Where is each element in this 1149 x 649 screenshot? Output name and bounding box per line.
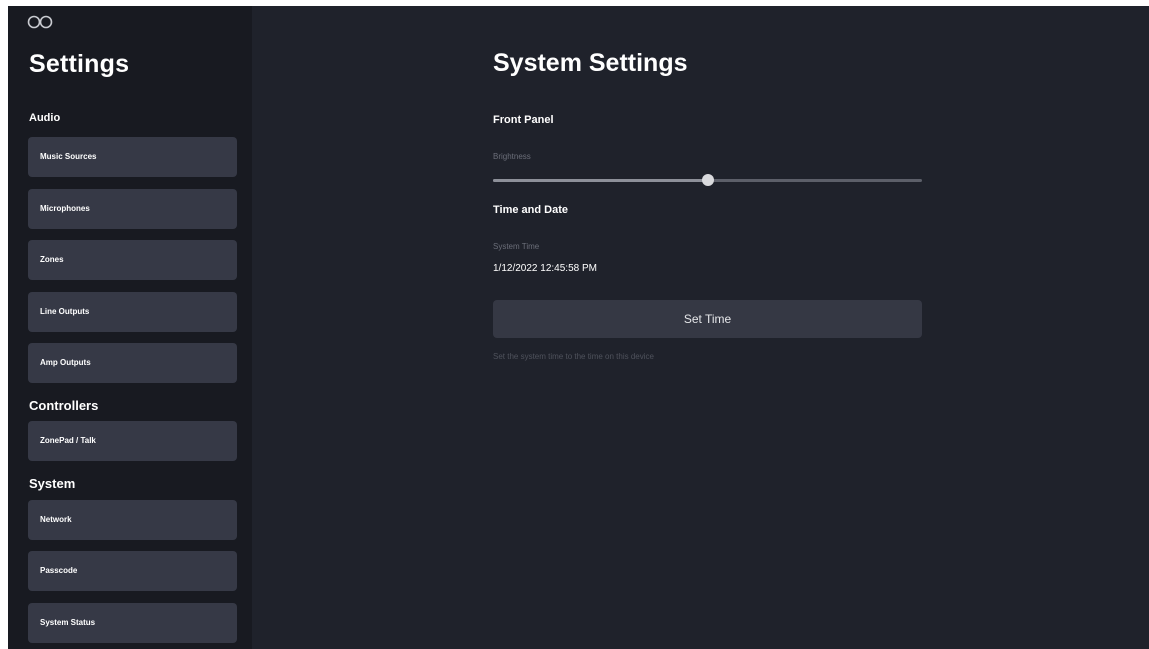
section-label-controllers: Controllers bbox=[29, 398, 99, 413]
section-label-system: System bbox=[29, 476, 76, 491]
sidebar-item-passcode[interactable]: Passcode bbox=[28, 551, 237, 591]
system-time-value: 1/12/2022 12:45:58 PM bbox=[493, 263, 597, 274]
brightness-slider[interactable] bbox=[493, 174, 922, 186]
sidebar-item-microphones[interactable]: Microphones bbox=[28, 189, 237, 229]
sidebar-item-network[interactable]: Network bbox=[28, 500, 237, 540]
time-and-date-heading: Time and Date bbox=[493, 204, 568, 216]
sidebar-item-zones[interactable]: Zones bbox=[28, 240, 237, 280]
set-time-help-text: Set the system time to the time on this … bbox=[493, 352, 654, 361]
brightness-label: Brightness bbox=[493, 152, 531, 161]
sidebar-item-line-outputs[interactable]: Line Outputs bbox=[28, 292, 237, 332]
system-time-label: System Time bbox=[493, 242, 540, 251]
sidebar-item-system-status[interactable]: System Status bbox=[28, 603, 237, 643]
brightness-slider-thumb[interactable] bbox=[701, 174, 714, 186]
sidebar: Settings Audio Music Sources Microphones… bbox=[8, 6, 252, 649]
page-title: System Settings bbox=[493, 49, 688, 77]
section-label-audio: Audio bbox=[29, 112, 61, 124]
sidebar-title: Settings bbox=[29, 50, 130, 78]
app-window: Settings Audio Music Sources Microphones… bbox=[8, 6, 1149, 649]
infinity-logo-icon bbox=[27, 15, 53, 29]
set-time-button[interactable]: Set Time bbox=[493, 300, 922, 338]
sidebar-item-amp-outputs[interactable]: Amp Outputs bbox=[28, 343, 237, 383]
sidebar-item-zonepad-talk[interactable]: ZonePad / Talk bbox=[28, 421, 237, 461]
front-panel-heading: Front Panel bbox=[493, 114, 554, 126]
brightness-slider-fill bbox=[493, 179, 708, 182]
sidebar-item-music-sources[interactable]: Music Sources bbox=[28, 137, 237, 177]
